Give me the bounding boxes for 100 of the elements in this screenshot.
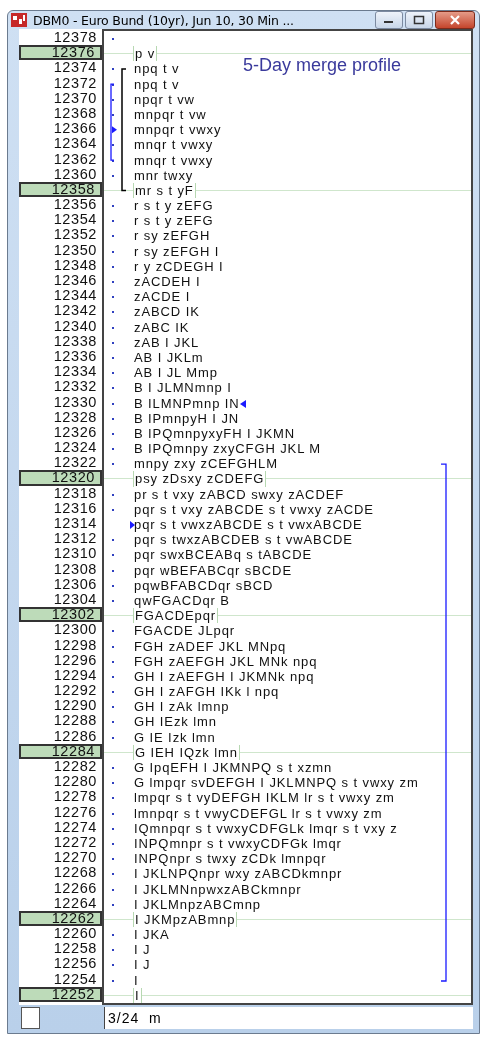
price-cell-text: 12352 — [52, 227, 98, 243]
profile-label: 5-Day merge profile — [243, 55, 402, 76]
price-cell-text: 12328 — [52, 409, 98, 425]
dot-mark — [112, 508, 114, 511]
price-cell-text: 12276 — [52, 804, 98, 820]
dot-mark — [112, 387, 114, 390]
dot-mark — [112, 660, 114, 663]
dot-mark — [112, 782, 114, 785]
dot-mark — [112, 842, 114, 845]
dot-mark — [112, 296, 114, 299]
dot-mark — [112, 584, 114, 587]
tpo-letters: FGACDEpqr — [133, 608, 219, 624]
dot-mark — [112, 265, 114, 268]
price-cell-text: 12304 — [52, 591, 98, 608]
tpo-letters: GH I zAk lmnp — [134, 699, 230, 715]
dot-mark — [112, 858, 114, 861]
price-cell-text: 12346 — [52, 273, 98, 289]
dot-mark — [112, 432, 114, 435]
dot-mark — [112, 356, 114, 359]
dot-mark — [112, 250, 114, 253]
dot-mark — [112, 311, 114, 314]
dot-mark — [112, 98, 114, 101]
corner-box — [21, 1007, 40, 1029]
price-cell-text: 12326 — [52, 424, 98, 441]
dot-mark — [112, 934, 114, 937]
dot-mark — [112, 417, 114, 420]
tpo-letters: r sy zEFGH — [134, 228, 211, 244]
tpo-letters: mnpy zxy zCEFGHLM — [134, 456, 278, 472]
dot-mark — [112, 235, 114, 238]
dot-mark — [112, 159, 114, 162]
price-cell-text: 12348 — [52, 257, 98, 273]
maximize-button[interactable] — [405, 11, 433, 29]
price-cell-text: 12258 — [52, 941, 98, 957]
dot-mark — [112, 68, 114, 71]
dot-mark — [112, 675, 114, 678]
tpo-letters: mnqr t vwxy — [134, 137, 214, 153]
close-icon — [449, 15, 461, 25]
dot-mark — [112, 174, 114, 177]
tpo-letters: r s t y zEFG — [134, 213, 214, 229]
tpo-letters: FGACDE JLpqr — [134, 623, 236, 639]
price-cell-text: 12374 — [52, 60, 98, 76]
price-cell-text: 12338 — [52, 333, 98, 349]
price-cell: 12302 — [19, 607, 102, 623]
price-cell-text: 12306 — [52, 576, 98, 592]
price-cell: 12358 — [19, 181, 102, 198]
dot-mark — [112, 326, 114, 329]
dot-mark — [112, 539, 114, 542]
price-cell-text: 12280 — [52, 774, 98, 790]
price-cell-text: 12340 — [52, 318, 98, 334]
price-cell-text: 12278 — [52, 789, 98, 805]
price-cell-text: 12354 — [52, 212, 98, 228]
price-cell-text: 12254 — [52, 971, 98, 987]
dot-mark — [112, 83, 114, 86]
dot-mark — [112, 691, 114, 694]
tpo-letters: G lmpqr svDEFGH I JKLMNPQ s t vwxy zm — [134, 775, 419, 791]
tpo-letters: psy zDsxy zCDEFG — [133, 471, 267, 487]
price-cell-text: 12300 — [52, 622, 98, 638]
close-button[interactable] — [435, 11, 475, 29]
price-cell-text: 12282 — [52, 759, 98, 775]
minimize-button[interactable] — [375, 11, 403, 29]
dot-mark — [112, 144, 114, 147]
tpo-letters: G IpqEFH I JKMNPQ s t xzmn — [134, 760, 333, 776]
price-cell-text: 12378 — [52, 30, 98, 46]
dot-mark — [112, 463, 114, 466]
left-arrow-icon — [240, 399, 246, 408]
price-cell-text: 12364 — [52, 136, 98, 152]
tpo-letters: I JKLNPQnpr wxy zABCDkmnpr — [134, 866, 343, 882]
price-cell-text: 12274 — [52, 819, 98, 835]
price-cell-text: 12336 — [52, 348, 98, 365]
tpo-letters: mnpqr t vwxy — [134, 122, 222, 138]
price-cell-text: 12324 — [52, 440, 98, 456]
price-cell-text: 12372 — [52, 75, 98, 91]
dot-mark — [112, 448, 114, 451]
dot-mark — [112, 812, 114, 815]
price-cell-text: 12356 — [52, 197, 98, 213]
tpo-letters: r s t y zEFG — [134, 198, 214, 214]
tpo-letters: GH I zAFGH IKk l npq — [134, 684, 280, 700]
dot-mark — [112, 888, 114, 891]
tpo-letters: AB I JL Mmp — [134, 365, 218, 381]
price-cell-text: 12272 — [52, 834, 98, 851]
dot-mark — [112, 205, 114, 208]
price-cell-text: 12310 — [52, 546, 98, 562]
tpo-letters: INPQnpr s twxy zCDk lmnpqr — [134, 851, 327, 867]
price-cell-text: 12314 — [52, 516, 98, 532]
tpo-letters: B I JLMNmnp I — [134, 380, 232, 396]
dot-mark — [112, 569, 114, 572]
dot-mark — [112, 767, 114, 769]
status-field[interactable]: 3/24 m — [104, 1007, 473, 1029]
dot-mark — [112, 903, 114, 906]
price-cell-text: 12266 — [52, 880, 98, 896]
dot-mark — [112, 949, 114, 952]
tpo-letters: pqr s t vwxzABCDE s t vwxABCDE — [134, 517, 363, 533]
price-cell-text: 12286 — [52, 728, 98, 744]
price-cell-text: 12362 — [52, 151, 98, 167]
dot-mark — [112, 554, 114, 557]
price-cell-text: 12264 — [52, 895, 98, 911]
dot-mark — [112, 281, 114, 283]
dot-mark — [112, 599, 114, 602]
price-cell-text: 12308 — [52, 561, 98, 577]
dot-mark — [112, 721, 114, 724]
